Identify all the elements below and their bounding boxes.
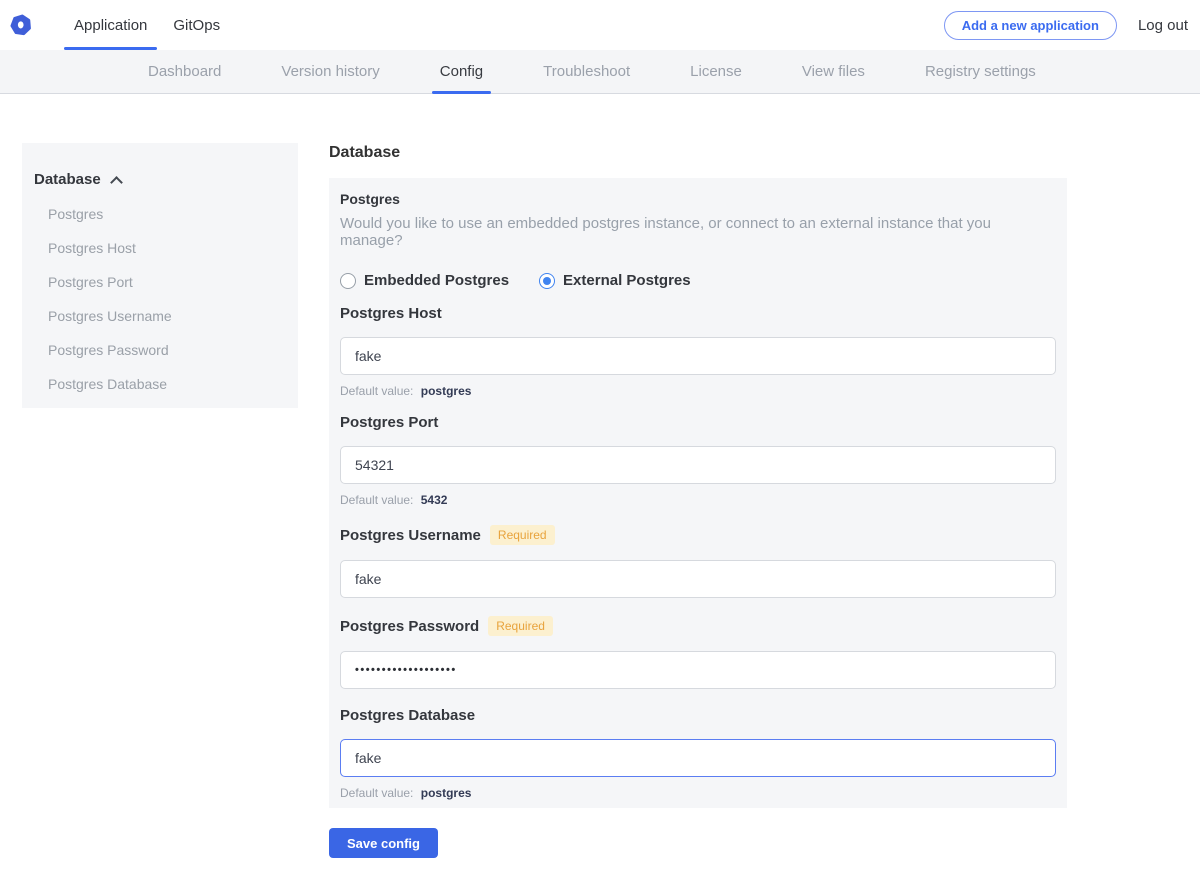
logout-button[interactable]: Log out [1138,17,1188,34]
field-label-postgres-host: Postgres Host [340,305,442,322]
default-value-label: Default value: [340,384,413,398]
postgres-username-input[interactable] [340,560,1056,598]
tab-gitops-label: GitOps [173,17,220,34]
tab-application-label: Application [74,17,147,34]
subnav-item-version-history[interactable]: Version history [281,50,379,93]
tab-application[interactable]: Application [64,0,157,50]
page-title: Database [329,144,400,162]
default-value-text: postgres [421,786,472,800]
subnav-version-history-label: Version history [281,63,379,80]
postgres-database-input[interactable] [340,739,1056,777]
postgres-port-input[interactable] [340,446,1056,484]
radio-option-external-postgres[interactable]: External Postgres [539,272,691,289]
group-label-postgres: Postgres [340,191,1056,207]
radio-external-label: External Postgres [563,272,691,289]
radio-dot [543,277,551,285]
add-new-application-button[interactable]: Add a new application [944,11,1117,40]
postgres-host-input[interactable] [340,337,1056,375]
subnav-item-registry-settings[interactable]: Registry settings [925,50,1036,93]
subnav-config-label: Config [440,63,483,80]
radio-selected-icon[interactable] [539,273,555,289]
field-label-row-postgres-database: Postgres Database [340,707,1056,724]
postgres-mode-radio-group: Embedded Postgres External Postgres [340,272,1056,289]
field-label-row-postgres-host: Postgres Host [340,305,1056,322]
subnav-license-label: License [690,63,742,80]
top-nav: Application GitOps Add a new application… [0,0,1200,50]
radio-embedded-label: Embedded Postgres [364,272,509,289]
subnav-dashboard-label: Dashboard [148,63,221,80]
config-sidebar: Database Postgres Postgres Host Postgres… [22,143,298,408]
subnav-item-license[interactable]: License [690,50,742,93]
field-label-row-postgres-username: Postgres Username Required [340,525,1056,545]
save-config-button[interactable]: Save config [329,828,438,858]
app-sub-nav: Dashboard Version history Config Trouble… [0,50,1200,94]
subnav-item-dashboard[interactable]: Dashboard [148,50,221,93]
top-nav-right: Add a new application Log out [944,11,1188,40]
helper-postgres-port: Default value: 5432 [340,493,1056,507]
sidebar-item-postgres-database[interactable]: Postgres Database [34,376,286,392]
field-label-postgres-username: Postgres Username [340,527,481,544]
default-value-label: Default value: [340,493,413,507]
subnav-item-view-files[interactable]: View files [802,50,865,93]
default-value-text: postgres [421,384,472,398]
sidebar-item-postgres-port[interactable]: Postgres Port [34,274,286,290]
field-label-postgres-port: Postgres Port [340,414,438,431]
required-badge: Required [490,525,555,545]
radio-unselected-icon[interactable] [340,273,356,289]
default-value-label: Default value: [340,786,413,800]
sidebar-item-postgres-host[interactable]: Postgres Host [34,240,286,256]
default-value-text: 5432 [421,493,448,507]
helper-postgres-database: Default value: postgres [340,786,1056,800]
helper-postgres-host: Default value: postgres [340,384,1056,398]
sidebar-item-postgres-username[interactable]: Postgres Username [34,308,286,324]
field-label-row-postgres-port: Postgres Port [340,414,1056,431]
database-config-panel: Postgres Would you like to use an embedd… [329,178,1067,808]
top-tabs: Application GitOps [58,0,230,50]
radio-option-embedded-postgres[interactable]: Embedded Postgres [340,272,509,289]
subnav-view-files-label: View files [802,63,865,80]
kots-admin-console: Application GitOps Add a new application… [0,0,1200,874]
subnav-item-troubleshoot[interactable]: Troubleshoot [543,50,630,93]
sidebar-item-postgres-password[interactable]: Postgres Password [34,342,286,358]
field-label-row-postgres-password: Postgres Password Required [340,616,1056,636]
subnav-troubleshoot-label: Troubleshoot [543,63,630,80]
sidebar-group-database[interactable]: Database [34,171,286,188]
active-subnav-underline [432,91,491,94]
sidebar-item-postgres[interactable]: Postgres [34,206,286,222]
required-badge: Required [488,616,553,636]
group-help-text: Would you like to use an embedded postgr… [340,215,1056,249]
sidebar-group-label: Database [34,171,101,188]
subnav-registry-settings-label: Registry settings [925,63,1036,80]
subnav-item-config[interactable]: Config [440,50,483,93]
postgres-password-input[interactable] [340,651,1056,689]
field-label-postgres-password: Postgres Password [340,618,479,635]
field-label-postgres-database: Postgres Database [340,707,475,724]
tab-gitops[interactable]: GitOps [163,0,230,50]
chevron-up-icon [110,176,123,189]
replicated-logo-icon[interactable] [10,13,32,37]
sidebar-item-list: Postgres Postgres Host Postgres Port Pos… [34,206,286,392]
